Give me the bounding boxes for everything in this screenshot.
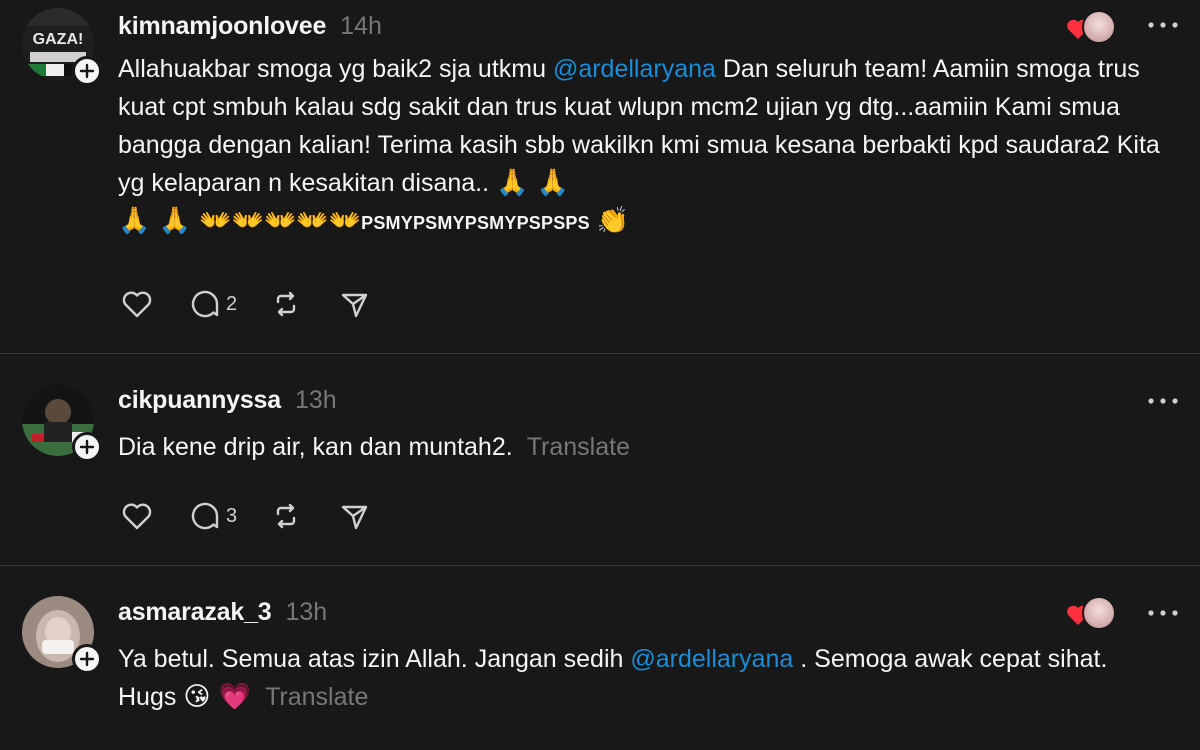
liked-by-author-indicator	[1064, 10, 1116, 44]
avatar-kimnamjoonlovee[interactable]: GAZA!	[22, 8, 102, 86]
share-button[interactable]	[335, 284, 373, 324]
like-button[interactable]	[118, 284, 156, 324]
follow-button[interactable]	[72, 56, 102, 86]
action-bar: 3	[118, 496, 403, 536]
heart-outline-icon	[122, 291, 152, 318]
avatar-cikpuannyssa[interactable]	[22, 384, 102, 462]
translate-link[interactable]: Translate	[265, 683, 368, 711]
reply-count: 3	[226, 504, 238, 527]
post-header: kimnamjoonlovee 14h	[118, 12, 382, 41]
text-before: Ya betul. Semua atas izin Allah. Jangan …	[118, 645, 631, 673]
plus-icon	[79, 651, 95, 667]
plus-icon	[79, 439, 95, 455]
reply-button[interactable]: 2	[186, 284, 237, 324]
username[interactable]: cikpuannyssa	[118, 386, 281, 415]
text-content: Dia kene drip air, kan dan muntah2.	[118, 433, 513, 461]
speech-bubble-icon	[191, 290, 219, 318]
speech-bubble-icon	[191, 502, 219, 530]
paper-plane-icon	[341, 293, 368, 318]
follow-button[interactable]	[72, 644, 102, 674]
follow-button[interactable]	[72, 432, 102, 462]
kiss-heart-emojis: 😘 💗	[183, 682, 252, 712]
reply-count: 2	[226, 292, 238, 315]
hand-emojis: 🙏 🙏 👐👐👐👐👐	[118, 206, 362, 236]
post-header: asmarazak_3 13h	[118, 598, 327, 627]
divider	[0, 565, 1200, 566]
repost-button[interactable]	[267, 284, 305, 324]
liked-by-author-indicator	[1064, 596, 1116, 630]
repost-arrows-icon	[276, 291, 296, 317]
divider	[0, 353, 1200, 354]
avatar-label: GAZA!	[33, 31, 84, 48]
username[interactable]: asmarazak_3	[118, 598, 272, 627]
timestamp[interactable]: 13h	[295, 386, 337, 415]
heart-outline-icon	[122, 503, 152, 530]
caps-text: PSMYPSMYPSMYPSPSPS	[361, 213, 590, 233]
mention-link[interactable]: @ardellaryana	[630, 645, 793, 673]
ellipsis-icon[interactable]	[1146, 606, 1180, 620]
username[interactable]: kimnamjoonlovee	[118, 12, 326, 41]
text-segment: Allahuakbar smoga yg baik2 sja utkmu	[118, 55, 553, 83]
ellipsis-icon[interactable]	[1146, 18, 1180, 32]
plus-icon	[79, 63, 95, 79]
mention-link[interactable]: @ardellaryana	[553, 55, 716, 83]
repost-arrows-icon	[276, 503, 296, 529]
post-text: Ya betul. Semua atas izin Allah. Jangan …	[118, 640, 1168, 716]
like-button[interactable]	[118, 496, 156, 536]
reply-button[interactable]: 3	[186, 496, 237, 536]
author-avatar-small	[1082, 596, 1116, 630]
ellipsis-icon[interactable]	[1146, 394, 1180, 408]
prayer-emojis: 🙏 🙏	[496, 168, 570, 198]
action-bar: 2	[118, 284, 403, 324]
avatar-asmarazak_3[interactable]	[22, 596, 102, 674]
share-button[interactable]	[335, 496, 373, 536]
paper-plane-icon	[341, 505, 368, 530]
post-header: cikpuannyssa 13h	[118, 386, 337, 415]
timestamp[interactable]: 13h	[286, 598, 328, 627]
author-avatar-small	[1082, 10, 1116, 44]
threads-replies-feed: GAZA! kimnamjoonlovee 14h Allahuakbar sm…	[0, 0, 1200, 750]
post-text: Allahuakbar smoga yg baik2 sja utkmu @ar…	[118, 50, 1168, 242]
translate-link[interactable]: Translate	[527, 433, 630, 461]
post-text: Dia kene drip air, kan dan muntah2. Trans…	[118, 428, 1168, 466]
clap-emoji: 👏	[596, 206, 630, 236]
repost-button[interactable]	[267, 496, 305, 536]
timestamp[interactable]: 14h	[340, 12, 382, 41]
